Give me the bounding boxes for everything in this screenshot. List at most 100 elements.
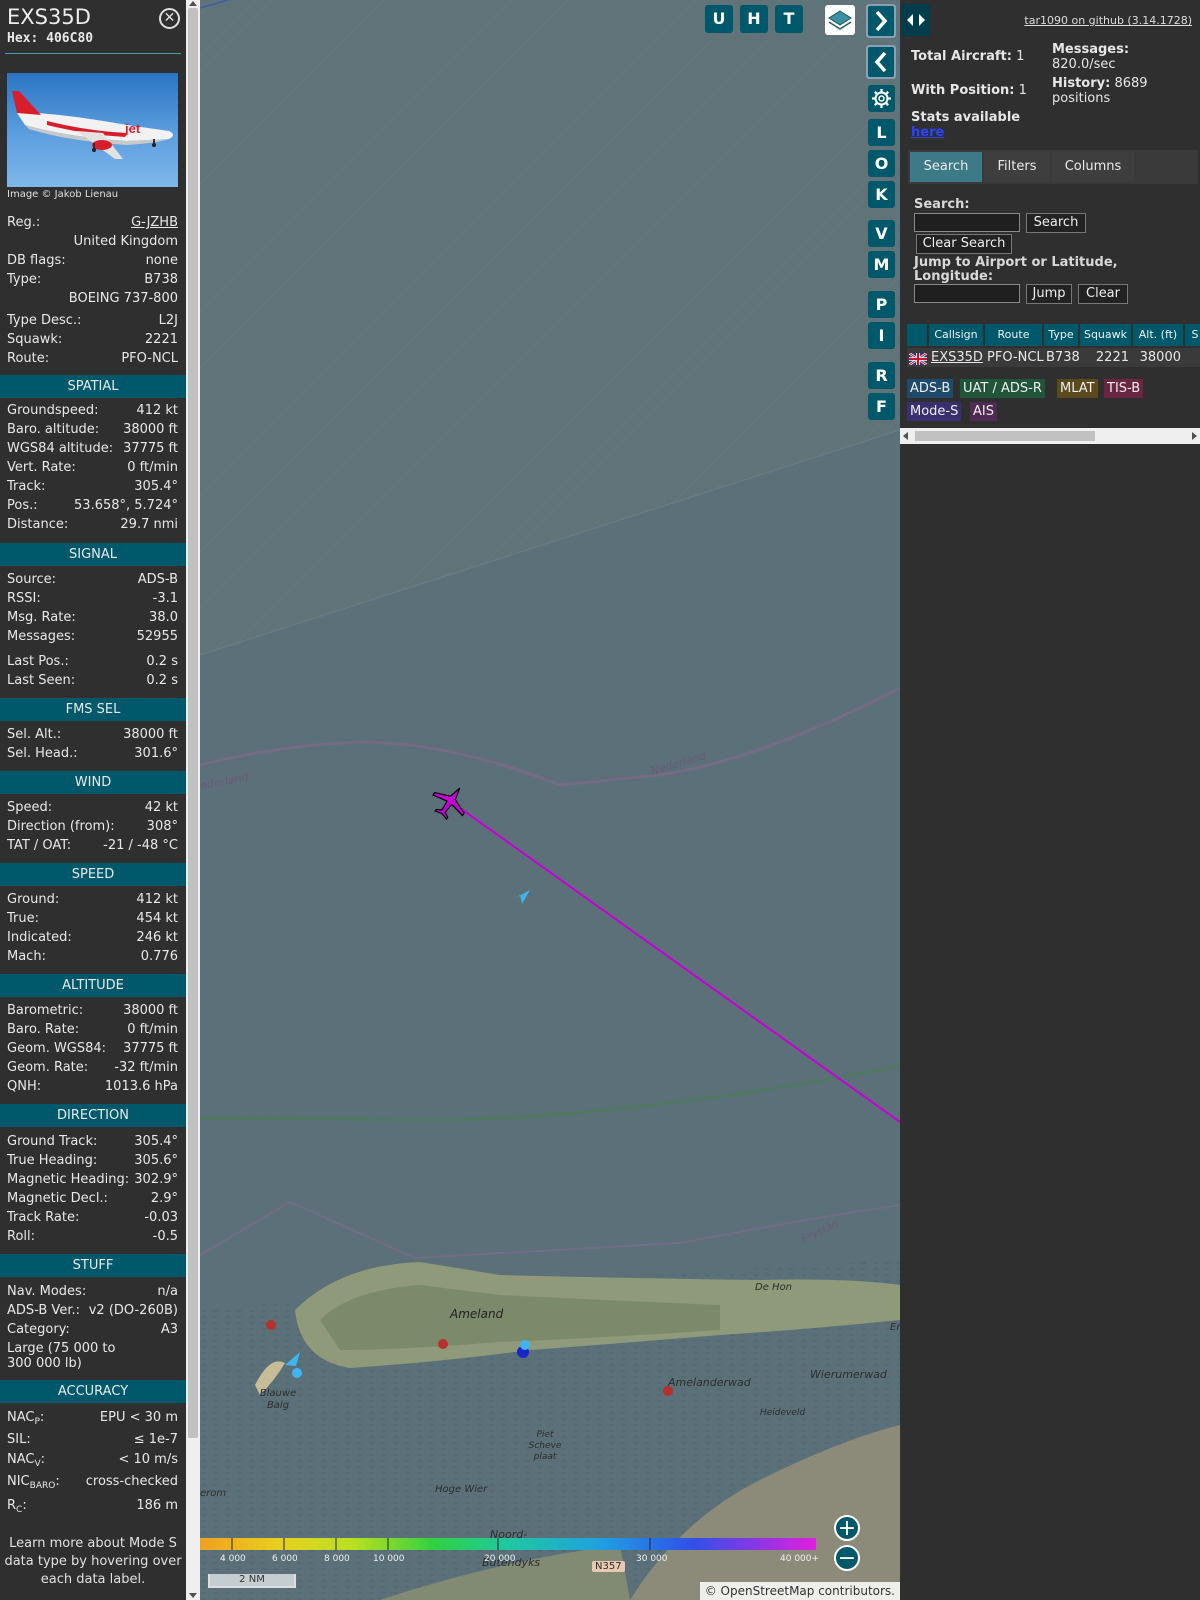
github-link[interactable]: tar1090 on github (3.14.1728): [1024, 14, 1192, 27]
header-divider: [5, 53, 181, 54]
section-accuracy: ACCURACY: [0, 1380, 186, 1403]
table-header-alt[interactable]: Alt. (ft): [1133, 324, 1183, 346]
map-button-t[interactable]: T: [775, 5, 803, 33]
toggle-sidebar-width-button[interactable]: [902, 4, 930, 36]
map-label-amelanderwad: Amelanderwad: [668, 1376, 751, 1389]
speed-true: True: 454 kt: [7, 911, 178, 926]
scale-tick-10000: 10 000: [373, 1554, 405, 1564]
map-button-h[interactable]: H: [740, 5, 768, 33]
stat-messages: Messages: 820.0/sec: [1052, 42, 1130, 72]
wind-direction: Direction (from): 308°: [7, 819, 178, 834]
detail-country: United Kingdom: [73, 234, 178, 249]
info-panel-scrollbar[interactable]: [186, 0, 200, 1600]
layers-button[interactable]: [825, 5, 855, 35]
map-button-o[interactable]: O: [868, 150, 895, 177]
settings-button[interactable]: [868, 85, 895, 112]
stat-with-position: With Position: 1: [911, 83, 1027, 98]
collapse-sidebar-button[interactable]: [866, 45, 896, 79]
map-button-l[interactable]: L: [868, 119, 895, 146]
zoom-in-button[interactable]: +: [834, 1515, 860, 1541]
table-header-callsign[interactable]: Callsign: [929, 324, 983, 346]
close-icon[interactable]: ✕: [159, 8, 180, 29]
scroll-right-icon[interactable]: [1192, 432, 1197, 440]
map-scale-bar: 2 NM: [208, 1574, 296, 1588]
tab-search[interactable]: Search: [910, 152, 982, 182]
table-header-flag: [907, 324, 927, 346]
clear-button[interactable]: Clear: [1078, 284, 1128, 304]
source-legend-ais: AIS: [970, 402, 997, 421]
map-button-m[interactable]: M: [868, 251, 895, 278]
scroll-left-icon[interactable]: [903, 432, 908, 440]
zoom-out-button[interactable]: −: [834, 1545, 860, 1571]
section-fms-sel: FMS SEL: [0, 698, 186, 721]
stat-total-aircraft: Total Aircraft: 1: [911, 49, 1025, 64]
direction-roll: Roll: -0.5: [7, 1229, 178, 1244]
selected-aircraft-icon[interactable]: [428, 783, 472, 821]
stuff-nav-modes: Nav. Modes: n/a: [7, 1284, 178, 1299]
direction-magnetic-heading: Magnetic Heading: 302.9°: [7, 1172, 178, 1187]
search-button[interactable]: Search: [1026, 213, 1086, 233]
jump-button[interactable]: Jump: [1026, 284, 1072, 304]
row-callsign[interactable]: EXS35D: [929, 348, 985, 367]
spatial-distance: Distance: 29.7 nmi: [7, 517, 178, 532]
expand-sidebar-button[interactable]: [866, 4, 896, 38]
altitude-barometric: Barometric: 38000 ft: [7, 1003, 178, 1018]
signal-source: Source: ADS-B: [7, 572, 178, 587]
row-s: [1185, 348, 1200, 367]
clear-search-button[interactable]: Clear Search: [916, 234, 1012, 254]
tab-columns[interactable]: Columns: [1052, 152, 1134, 182]
stat-stats-available: Stats available: [911, 110, 1021, 125]
spatial-vert-rate: Vert. Rate: 0 ft/min: [7, 460, 178, 475]
search-input[interactable]: [914, 213, 1020, 232]
row-alt: 38000: [1133, 348, 1185, 367]
table-header-route[interactable]: Route: [985, 324, 1042, 346]
aircraft-photo[interactable]: jet: [7, 73, 178, 187]
horizontal-scrollbar-thumb[interactable]: [915, 431, 1095, 441]
map-attribution[interactable]: © OpenStreetMap contributors.: [699, 1582, 900, 1600]
signal-last-pos: Last Pos.: 0.2 s: [7, 654, 178, 669]
accuracy-rc: RC: 186 m: [7, 1498, 178, 1515]
map-button-u[interactable]: U: [705, 5, 733, 33]
flight-track-line: [459, 807, 900, 1123]
map-label-ameland: Ameland: [450, 1307, 504, 1321]
jump-input[interactable]: [914, 284, 1020, 303]
stats-here-link[interactable]: here: [911, 125, 944, 140]
table-horizontal-scrollbar[interactable]: [900, 428, 1200, 444]
direction-ground-track: Ground Track: 305.4°: [7, 1134, 178, 1149]
scroll-up-icon[interactable]: [189, 1, 197, 6]
map-label-piet-scheve: Piet Scheve plaat: [528, 1430, 562, 1462]
scale-tick-20000: 20 000: [484, 1554, 516, 1564]
signal-last-seen: Last Seen: 0.2 s: [7, 673, 178, 688]
source-legend-adsb: ADS-B: [907, 379, 954, 398]
detail-route: Route: PFO-NCL: [7, 351, 178, 366]
map-label-hoge-wier: Hoge Wier: [435, 1484, 488, 1495]
altitude-baro-rate: Baro. Rate: 0 ft/min: [7, 1022, 178, 1037]
map-label-wierumerwad: Wierumerwad: [810, 1368, 887, 1381]
registration-link[interactable]: G-JZHB: [131, 214, 178, 231]
chevron-right-icon: [868, 6, 894, 36]
chevron-left-icon: [868, 47, 894, 77]
altitude-color-scale: [200, 1538, 816, 1550]
map-button-f[interactable]: F: [868, 393, 895, 420]
speed-mach: Mach: 0.776: [7, 949, 178, 964]
source-legend-tisb: TIS-B: [1104, 379, 1144, 398]
spatial-pos: Pos.: 53.658°, 5.724°: [7, 498, 178, 513]
table-header-s[interactable]: S: [1185, 324, 1200, 346]
map-button-i[interactable]: I: [868, 322, 895, 349]
detail-db-flags: DB flags: none: [7, 253, 178, 268]
sidebar-panel: tar1090 on github (3.14.1728) Total Airc…: [900, 0, 1200, 1600]
table-header-type[interactable]: Type: [1044, 324, 1078, 346]
map-button-k[interactable]: K: [868, 181, 895, 208]
table-header-squawk[interactable]: Squawk: [1080, 324, 1131, 346]
map-button-r[interactable]: R: [868, 362, 895, 389]
tab-filters[interactable]: Filters: [984, 152, 1050, 182]
wind-tat-oat: TAT / OAT: -21 / -48 °C: [7, 838, 178, 853]
scale-tick-8000: 8 000: [324, 1554, 350, 1564]
map-view[interactable]: Nederland ederland Fryslân Ameland De Ho…: [200, 0, 900, 1600]
scrollbar-thumb[interactable]: [188, 8, 198, 1438]
speed-ground: Ground: 412 kt: [7, 892, 178, 907]
stuff-category-desc: Large (75 000 to 300 000 lb): [7, 1341, 116, 1371]
scroll-down-icon[interactable]: [189, 1593, 197, 1598]
map-button-p[interactable]: P: [868, 291, 895, 318]
map-button-v[interactable]: V: [868, 220, 895, 247]
